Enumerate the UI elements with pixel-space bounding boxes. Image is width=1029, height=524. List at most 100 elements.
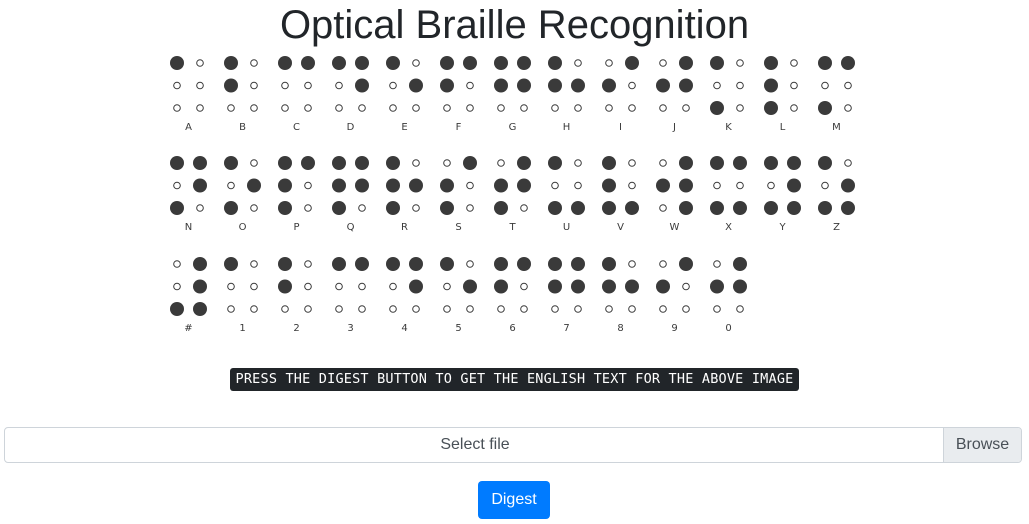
braille-cell-6: 6 <box>494 257 531 334</box>
flat-dot <box>250 260 258 268</box>
raised-dot <box>548 201 562 215</box>
raised-dot <box>710 56 724 70</box>
flat-dot <box>736 181 744 190</box>
flat-dot <box>196 104 204 112</box>
digest-button[interactable]: Digest <box>478 481 550 519</box>
raised-dot <box>548 279 562 294</box>
raised-dot <box>517 78 531 93</box>
raised-dot <box>193 178 207 193</box>
flat-dot <box>250 204 258 212</box>
flat-dot <box>466 204 474 212</box>
raised-dot <box>386 257 400 271</box>
raised-dot <box>602 178 616 193</box>
raised-dot <box>278 56 292 70</box>
browse-button[interactable]: Browse <box>943 428 1021 462</box>
flat-dot <box>713 305 721 313</box>
flat-dot <box>790 81 798 90</box>
flat-dot <box>736 59 744 67</box>
raised-dot <box>548 56 562 70</box>
raised-dot <box>602 257 616 271</box>
braille-cell-label: B <box>239 122 246 133</box>
flat-dot <box>574 159 582 167</box>
raised-dot <box>517 178 531 193</box>
flat-dot <box>628 305 636 313</box>
raised-dot <box>733 279 747 294</box>
raised-dot <box>224 78 238 93</box>
flat-dot <box>659 204 667 212</box>
braille-cell-label: L <box>780 122 786 133</box>
raised-dot <box>679 56 693 70</box>
flat-dot <box>605 59 613 67</box>
flat-dot <box>767 181 775 190</box>
raised-dot <box>247 178 261 193</box>
flat-dot <box>574 59 582 67</box>
flat-dot <box>659 260 667 268</box>
raised-dot <box>710 101 724 115</box>
braille-cell-R: R <box>386 156 423 233</box>
raised-dot <box>787 178 801 193</box>
raised-dot <box>224 257 238 271</box>
raised-dot <box>787 201 801 215</box>
flat-dot <box>173 181 181 190</box>
raised-dot <box>679 178 693 193</box>
braille-cell-2: 2 <box>278 257 312 334</box>
braille-cell-label: O <box>239 222 247 233</box>
raised-dot <box>193 302 207 316</box>
flat-dot <box>250 81 258 90</box>
flat-dot <box>790 59 798 67</box>
flat-dot <box>389 81 397 90</box>
file-input[interactable]: Select file Browse <box>4 427 1022 463</box>
flat-dot <box>551 181 559 190</box>
flat-dot <box>304 181 312 190</box>
flat-dot <box>335 305 343 313</box>
raised-dot <box>440 201 454 215</box>
flat-dot <box>389 305 397 313</box>
raised-dot <box>278 279 292 294</box>
raised-dot <box>355 56 369 70</box>
flat-dot <box>304 81 312 90</box>
flat-dot <box>304 204 312 212</box>
raised-dot <box>332 178 346 193</box>
braille-cell-L: L <box>764 56 798 133</box>
raised-dot <box>494 56 508 70</box>
flat-dot <box>466 305 474 313</box>
flat-dot <box>250 104 258 112</box>
braille-cell-S: S <box>440 156 477 233</box>
flat-dot <box>173 81 181 90</box>
flat-dot <box>412 59 420 67</box>
raised-dot <box>332 56 346 70</box>
flat-dot <box>250 305 258 313</box>
flat-dot <box>358 104 366 112</box>
raised-dot <box>224 201 238 215</box>
flat-dot <box>844 159 852 167</box>
braille-cell-label: 7 <box>563 323 569 334</box>
braille-cell-H: H <box>548 56 585 133</box>
braille-cell-O: O <box>224 156 261 233</box>
braille-cell-label: H <box>563 122 571 133</box>
flat-dot <box>250 282 258 291</box>
raised-dot <box>170 302 184 316</box>
braille-cell-#: # <box>170 257 207 334</box>
raised-dot <box>386 156 400 170</box>
file-input-label[interactable]: Select file <box>5 428 945 462</box>
braille-cell-label: 9 <box>671 323 677 334</box>
flat-dot <box>497 104 505 112</box>
raised-dot <box>733 257 747 271</box>
flat-dot <box>821 81 829 90</box>
raised-dot <box>841 201 855 215</box>
flat-dot <box>628 181 636 190</box>
flat-dot <box>173 282 181 291</box>
raised-dot <box>193 257 207 271</box>
flat-dot <box>520 204 528 212</box>
raised-dot <box>818 156 832 170</box>
raised-dot <box>278 156 292 170</box>
raised-dot <box>409 178 423 193</box>
raised-dot <box>355 257 369 271</box>
raised-dot <box>571 78 585 93</box>
flat-dot <box>551 104 559 112</box>
flat-dot <box>443 282 451 291</box>
braille-cell-label: M <box>832 122 841 133</box>
raised-dot <box>733 156 747 170</box>
raised-dot <box>440 78 454 93</box>
braille-cell-label: N <box>185 222 192 233</box>
